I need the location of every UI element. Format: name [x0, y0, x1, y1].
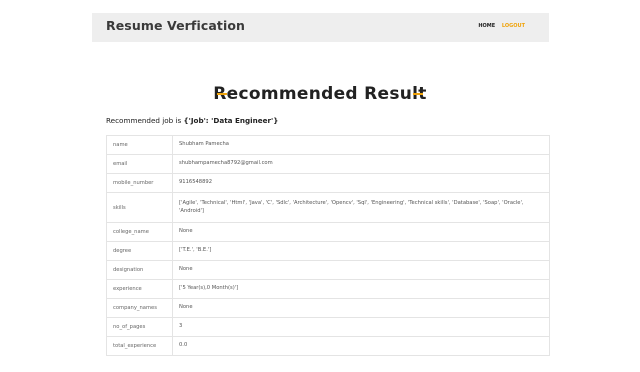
recommended-job-prefix: Recommended job is	[106, 116, 184, 125]
row-value: 0.0	[172, 336, 550, 356]
nav-links: HOME LOGOUT	[473, 23, 525, 29]
title-wrap: Recommended Result	[0, 84, 640, 104]
table-row: designation None	[106, 260, 550, 280]
table-row: degree ['T.E.', 'B.E.']	[106, 241, 550, 261]
recommended-job-value: {'Job': 'Data Engineer'}	[183, 116, 279, 125]
table-row: college_name None	[106, 222, 550, 242]
nav-home-link[interactable]: HOME	[478, 23, 495, 29]
table-row: no_of_pages 3	[106, 317, 550, 337]
row-key: name	[106, 135, 173, 155]
row-value: ['T.E.', 'B.E.']	[172, 241, 550, 261]
row-key: total_experience	[106, 336, 173, 356]
row-value: None	[172, 260, 550, 280]
row-value: None	[172, 298, 550, 318]
brand-title[interactable]: Resume Verfication	[106, 18, 245, 33]
row-value: Shubham Pamecha	[172, 135, 550, 155]
row-value: 3	[172, 317, 550, 337]
row-value: 9116548892	[172, 173, 550, 193]
row-value: ['Agile', 'Technical', 'Html', 'Java', '…	[172, 192, 550, 223]
result-table-body: name Shubham Pamecha email shubhampamecha87…	[106, 135, 550, 356]
table-row: email shubhampamecha8792@gmail.com	[106, 154, 550, 174]
row-key: college_name	[106, 222, 173, 242]
title-accent-right	[412, 93, 423, 95]
table-row: total_experience 0.0	[106, 336, 550, 356]
row-key: experience	[106, 279, 173, 299]
row-key: degree	[106, 241, 173, 261]
title-accent-left	[217, 93, 228, 95]
row-value: shubhampamecha8792@gmail.com	[172, 154, 550, 174]
nav-logout-link[interactable]: LOGOUT	[502, 23, 525, 29]
row-key: mobile_number	[106, 173, 173, 193]
row-value: ['5 Year(s),0 Month(s)']	[172, 279, 550, 299]
navbar: Resume Verfication HOME LOGOUT	[92, 13, 549, 42]
table-row: skills ['Agile', 'Technical', 'Html', 'Ja…	[106, 192, 550, 223]
table-row: mobile_number 9116548892	[106, 173, 550, 193]
row-key: skills	[106, 192, 173, 223]
table-row: name Shubham Pamecha	[106, 135, 550, 155]
table-row: company_names None	[106, 298, 550, 318]
recommended-job-line: Recommended job is {'Job': 'Data Enginee…	[106, 116, 278, 125]
page-title-text: Recommended Result	[213, 84, 427, 104]
row-value: None	[172, 222, 550, 242]
row-key: designation	[106, 260, 173, 280]
page-title: Recommended Result	[213, 84, 426, 104]
row-key: no_of_pages	[106, 317, 173, 337]
row-key: email	[106, 154, 173, 174]
result-table: name Shubham Pamecha email shubhampamecha87…	[106, 135, 550, 356]
row-key: company_names	[106, 298, 173, 318]
table-row: experience ['5 Year(s),0 Month(s)']	[106, 279, 550, 299]
